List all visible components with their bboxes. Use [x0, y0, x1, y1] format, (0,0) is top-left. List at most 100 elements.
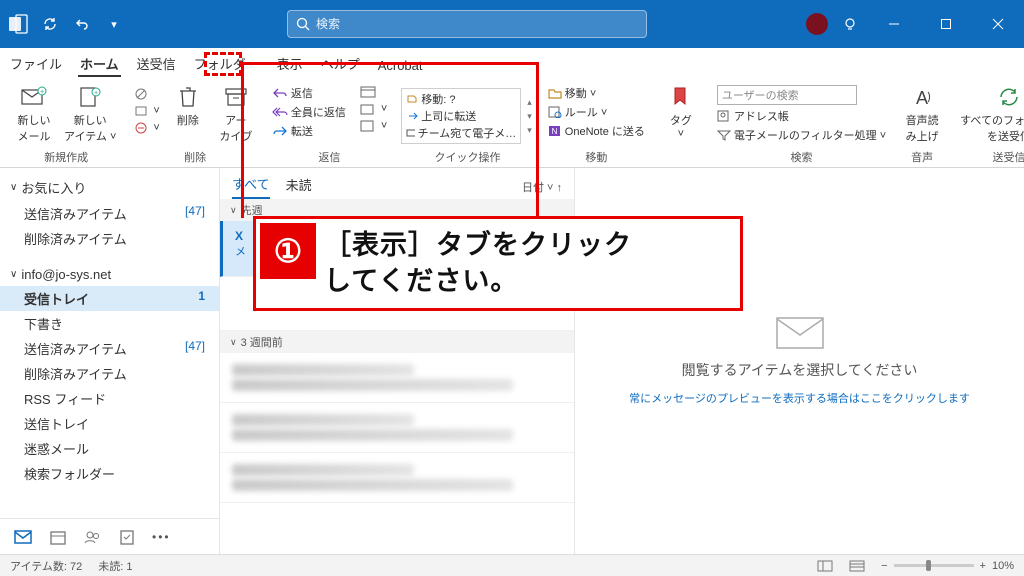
envelope-icon — [775, 316, 825, 350]
quick-steps-box[interactable]: 移動: ? 上司に転送 チーム宛て電子メ… — [401, 88, 521, 144]
tab-acrobat[interactable]: Acrobat — [376, 56, 425, 77]
reply-button[interactable]: 返信 — [270, 84, 348, 102]
mail-item[interactable] — [220, 403, 574, 453]
more-modules-icon[interactable]: ••• — [152, 530, 171, 544]
search-input[interactable] — [316, 17, 638, 31]
view-reading-icon[interactable] — [849, 560, 865, 572]
group-reply-label: 返信 — [319, 149, 341, 167]
view-normal-icon[interactable] — [817, 560, 833, 572]
annotation-box: ① ［表示］タブをクリック してください。 — [253, 216, 743, 311]
svg-text:N: N — [551, 127, 557, 136]
group-quick-label: クイック操作 — [435, 149, 501, 167]
tab-file[interactable]: ファイル — [8, 52, 64, 77]
group-search: ユーザーの検索 アドレス帳 電子メールのフィルター処理 ˅ 検索 — [709, 82, 894, 167]
people-module-icon[interactable] — [84, 530, 102, 544]
svg-text:+: + — [40, 89, 44, 96]
nav-rss[interactable]: RSS フィード — [0, 386, 219, 411]
sync-all-button[interactable]: すべてのフォルダー を送受信 — [956, 82, 1024, 146]
nav-outbox[interactable]: 送信トレイ — [0, 411, 219, 436]
avatar[interactable] — [806, 13, 828, 35]
group-move-label: 移動 — [585, 149, 607, 167]
archive-button[interactable]: アー カイブ — [214, 82, 258, 146]
reply-all-button[interactable]: 全員に返信 — [270, 103, 348, 121]
mail-item[interactable] — [220, 453, 574, 503]
ignore-button[interactable] — [132, 86, 161, 102]
maximize-button[interactable] — [924, 9, 968, 39]
qat-dropdown[interactable]: ▾ — [100, 10, 128, 38]
undo-icon[interactable] — [68, 10, 96, 38]
tag-button[interactable]: タグ ˅ — [659, 82, 703, 142]
more-reply-button[interactable]: ˅ — [358, 118, 389, 134]
nav-deleted[interactable]: 削除済みアイテム — [0, 226, 219, 251]
minimize-button[interactable] — [872, 9, 916, 39]
annotation-number: ① — [260, 223, 316, 279]
group-speech-label: 音声 — [911, 149, 933, 167]
group-reply: 返信 全員に返信 転送 ˅ ˅ 返信 — [264, 82, 395, 167]
rules-button[interactable]: ルール ˅ — [546, 103, 647, 121]
calendar-module-icon[interactable] — [50, 529, 66, 545]
delete-button[interactable]: 削除 — [166, 82, 210, 130]
junk-button[interactable]: ˅ — [132, 120, 161, 136]
address-book-button[interactable]: アドレス帳 — [715, 107, 888, 125]
list-sort[interactable]: 日付 ˅ ↑ — [522, 179, 562, 195]
annotation-connector — [536, 62, 539, 218]
new-item-button[interactable]: +新しい アイテム ˅ — [60, 82, 120, 146]
annotation-connector — [241, 62, 537, 65]
meeting-button[interactable] — [358, 84, 389, 100]
annotation-text: ［表示］タブをクリック してください。 — [320, 219, 644, 308]
search-icon — [296, 17, 310, 31]
new-mail-button[interactable]: +新しい メール — [12, 82, 56, 146]
ribbon: +新しい メール +新しい アイテム ˅ 新規作成 ˅ ˅ 削除 アー カイブ … — [0, 78, 1024, 168]
nav-bottom-bar: ••• — [0, 518, 219, 554]
onenote-button[interactable]: NOneNote に送る — [546, 122, 647, 140]
nav-inbox[interactable]: 受信トレイ1 — [0, 286, 219, 311]
filter-email-button[interactable]: 電子メールのフィルター処理 ˅ — [715, 126, 888, 144]
annotation-target — [204, 52, 242, 76]
nav-junk[interactable]: 迷惑メール — [0, 436, 219, 461]
list-group-3weeks[interactable]: ∨3 週間前 — [220, 331, 574, 353]
list-tab-unread[interactable]: 未読 — [286, 175, 312, 198]
svg-text:A: A — [916, 88, 928, 108]
nav-pane: ∨お気に入り 送信済みアイテム[47] 削除済みアイテム ∨info@jo-sy… — [0, 168, 220, 554]
tab-home[interactable]: ホーム — [78, 52, 121, 77]
reading-preview-link[interactable]: 常にメッセージのプレビューを表示する場合はここをクリックします — [629, 390, 970, 406]
account-header[interactable]: ∨info@jo-sys.net — [0, 263, 219, 286]
nav-searchfolder[interactable]: 検索フォルダー — [0, 461, 219, 486]
zoom-control[interactable]: −+ 10% — [881, 560, 1014, 572]
group-tag: タグ ˅ — [653, 82, 709, 167]
group-search-label: 検索 — [791, 149, 813, 167]
nav-draft[interactable]: 下書き — [0, 311, 219, 336]
search-box[interactable] — [287, 10, 647, 38]
nav-sent[interactable]: 送信済みアイテム[47] — [0, 201, 219, 226]
group-delete-label: 削除 — [184, 149, 206, 167]
nav-deleted2[interactable]: 削除済みアイテム — [0, 361, 219, 386]
group-speech: A音声読 み上げ 音声 — [894, 82, 950, 167]
group-sync: すべてのフォルダー を送受信 送受信 — [950, 82, 1024, 167]
close-button[interactable] — [976, 9, 1020, 39]
read-aloud-button[interactable]: A音声読 み上げ — [900, 82, 944, 146]
tasks-module-icon[interactable] — [120, 529, 134, 545]
group-new: +新しい メール +新しい アイテム ˅ 新規作成 — [6, 82, 126, 167]
people-search-input[interactable]: ユーザーの検索 — [717, 85, 857, 105]
group-sync-label: 送受信 — [993, 149, 1024, 167]
mail-item[interactable] — [220, 353, 574, 403]
mail-module-icon[interactable] — [14, 530, 32, 544]
status-item-count: アイテム数: 72 — [10, 558, 82, 574]
group-move: 移動 ˅ ルール ˅ NOneNote に送る 移動 — [540, 82, 653, 167]
reading-empty-msg: 閲覧するアイテムを選択してください — [682, 360, 918, 380]
move-button[interactable]: 移動 ˅ — [546, 84, 647, 102]
favorites-header[interactable]: ∨お気に入り — [0, 174, 219, 201]
nav-sent2[interactable]: 送信済みアイテム[47] — [0, 336, 219, 361]
list-tab-all[interactable]: すべて — [232, 174, 270, 199]
share-button[interactable]: ˅ — [358, 101, 389, 117]
tab-sendrecv[interactable]: 送受信 — [135, 52, 178, 77]
cleanup-button[interactable]: ˅ — [132, 103, 161, 119]
lightbulb-icon[interactable] — [836, 10, 864, 38]
sync-icon[interactable] — [36, 10, 64, 38]
title-bar: ▾ — [0, 0, 1024, 48]
group-new-label: 新規作成 — [44, 149, 88, 167]
svg-text:+: + — [94, 90, 98, 97]
annotation-connector — [241, 62, 244, 218]
forward-button[interactable]: 転送 — [270, 122, 348, 140]
group-quick: 移動: ? 上司に転送 チーム宛て電子メ… ▴▾▾ クイック操作 — [395, 82, 540, 167]
